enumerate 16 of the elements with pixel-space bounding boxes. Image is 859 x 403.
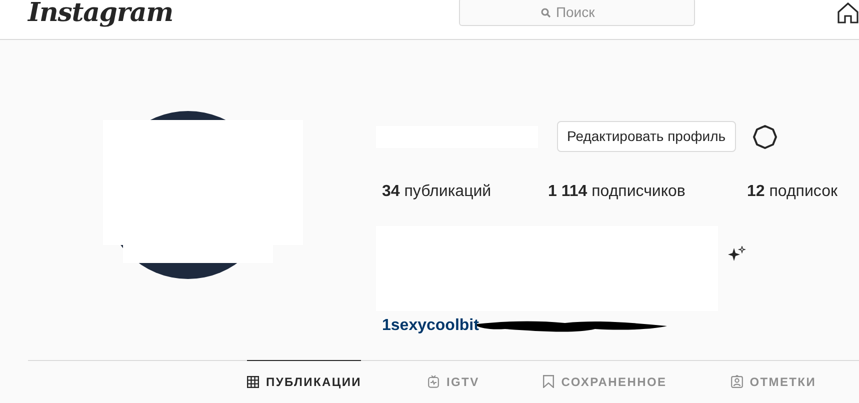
bookmark-icon: [543, 375, 554, 388]
edit-profile-button[interactable]: Редактировать профиль: [557, 121, 736, 152]
profile-stat[interactable]: 12 подписок: [747, 180, 838, 204]
profile-link[interactable]: 1sexycoolbit: [382, 314, 479, 338]
grid-icon: [247, 376, 259, 388]
profile-tab[interactable]: ПУБЛИКАЦИИ: [247, 360, 362, 402]
person-tag-icon: [730, 375, 743, 388]
search-icon: [540, 8, 551, 18]
tv-icon: [428, 375, 440, 388]
search-field[interactable]: Поиск: [458, 0, 695, 26]
settings-icon[interactable]: [752, 124, 778, 150]
profile-stat: 34 публикаций: [382, 182, 492, 202]
home-icon[interactable]: [837, 2, 859, 24]
logo[interactable]: Instagram: [28, 0, 173, 32]
profile-stat[interactable]: 1 114 подписчиков: [548, 180, 747, 204]
sparkle-icon: [728, 246, 746, 262]
